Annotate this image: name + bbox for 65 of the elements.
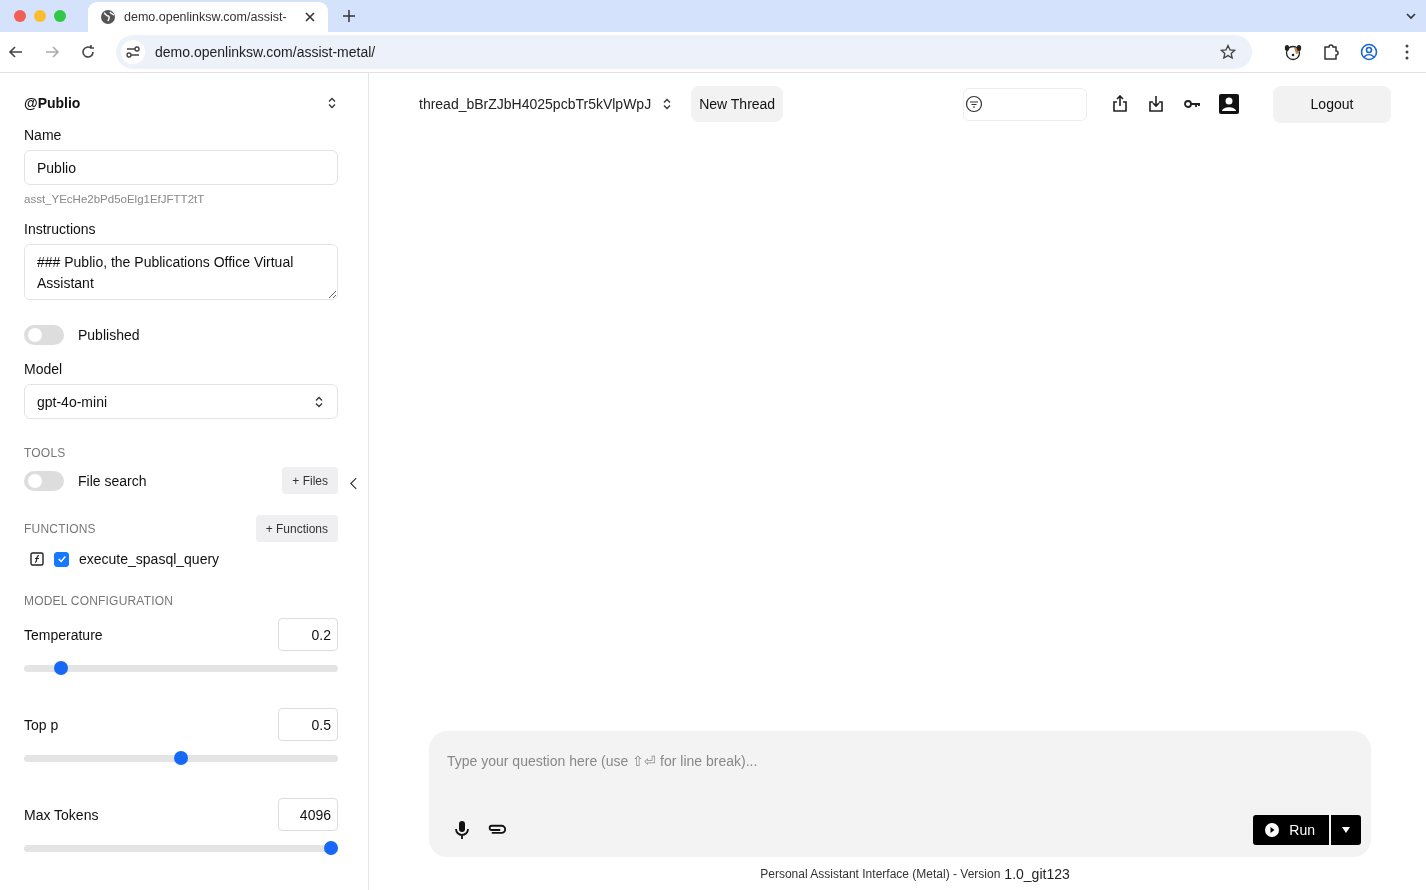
run-options-button[interactable]: [1331, 815, 1361, 845]
footer-text: Personal Assistant Interface (Metal) - Version: [760, 866, 1001, 881]
close-window-button[interactable]: [14, 10, 26, 22]
name-field[interactable]: Publio: [24, 150, 338, 185]
puzzle-piece-icon[interactable]: [1322, 43, 1340, 61]
assistant-id: asst_YEcHe2bPd5oElg1EfJFTT2tT: [24, 193, 206, 205]
function-icon: [30, 552, 44, 566]
new-tab-icon[interactable]: [342, 9, 356, 23]
profile-icon[interactable]: [1360, 43, 1378, 61]
parameter-label: Top p: [24, 716, 59, 733]
instructions-field[interactable]: ### Publio, the Publications Office Virtual Assistant: [24, 244, 338, 300]
up-down-chevron-icon[interactable]: [313, 395, 325, 408]
download-icon[interactable]: [1147, 95, 1165, 113]
question-input[interactable]: Type your question here (use ⇧⏎ for line break)...: [447, 751, 1361, 771]
new-thread-button[interactable]: New Thread: [691, 86, 784, 122]
slider-thumb[interactable]: [174, 751, 188, 765]
slider-thumb[interactable]: [324, 841, 338, 855]
number-field[interactable]: 4096: [278, 798, 338, 831]
run-button[interactable]: Run: [1253, 815, 1329, 845]
parameter-label: Temperature: [24, 626, 103, 643]
url-text: demo.openlinksw.com/assist-metal/: [155, 44, 376, 60]
tab-title: demo.openlinksw.com/assist-: [124, 10, 288, 24]
checkmark-icon: [56, 554, 67, 564]
number-field[interactable]: 0.2: [278, 618, 338, 651]
add-functions-button[interactable]: + Functions: [255, 515, 338, 542]
person-icon[interactable]: [1219, 94, 1239, 114]
share-icon[interactable]: [1111, 95, 1129, 113]
microphone-icon[interactable]: [452, 820, 472, 840]
toggle-label: Published: [78, 327, 140, 343]
model-value: gpt-4o-mini: [37, 393, 108, 410]
browser-tab[interactable]: demo.openlinksw.com/assist-: [88, 2, 328, 32]
site-settings-icon[interactable]: [121, 40, 145, 64]
filter-icon: [965, 95, 983, 113]
globe-icon: [100, 9, 116, 25]
assistant-selector[interactable]: @Publio: [24, 95, 81, 111]
play-icon: [1265, 823, 1280, 837]
toggle-switch[interactable]: [24, 470, 64, 491]
logout-button[interactable]: Logout: [1273, 85, 1391, 123]
version-text: 1.0_git123: [1004, 865, 1070, 882]
add-files-button[interactable]: + Files: [282, 467, 338, 494]
section-heading: TOOLS: [24, 446, 67, 460]
section-heading: MODEL CONFIGURATION: [24, 594, 175, 608]
function-name: execute_spasql_query: [79, 551, 220, 567]
address-bar[interactable]: demo.openlinksw.com/assist-metal/: [116, 35, 1252, 69]
model-select[interactable]: gpt-4o-mini: [24, 384, 338, 419]
dog-face-icon[interactable]: [1284, 43, 1302, 61]
slider-thumb[interactable]: [54, 661, 68, 675]
thread-selector[interactable]: thread_bBrZJbH4025pcbTr5kVlpWpJ: [419, 96, 652, 112]
field-label: Model: [24, 361, 64, 377]
search-field[interactable]: [963, 87, 1087, 121]
field-label: Name: [24, 127, 63, 143]
section-heading: FUNCTIONS: [24, 521, 96, 536]
chevron-left-icon[interactable]: [349, 477, 358, 490]
field-label: Instructions: [24, 221, 97, 237]
caret-down-icon: [1341, 825, 1351, 835]
star-icon[interactable]: [1220, 44, 1236, 60]
back-arrow-icon[interactable]: [8, 44, 24, 60]
number-field[interactable]: 0.5: [278, 708, 338, 741]
parameter-label: Max Tokens: [24, 806, 99, 823]
reload-icon[interactable]: [80, 44, 96, 60]
up-down-chevron-icon[interactable]: [326, 97, 338, 109]
checkbox[interactable]: [54, 551, 69, 567]
toggle-label: File search: [78, 472, 147, 489]
close-icon[interactable]: [304, 11, 316, 23]
toggle-switch[interactable]: [24, 325, 64, 345]
